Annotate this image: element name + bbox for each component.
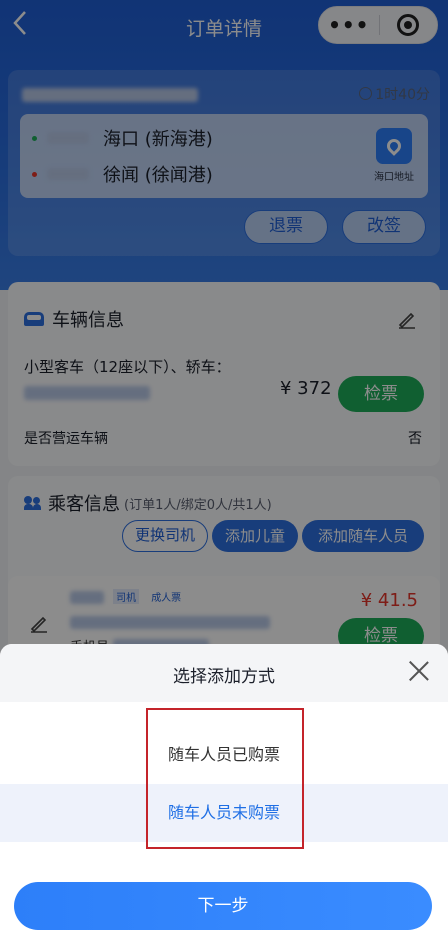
next-step-button[interactable]: 下一步 [14, 882, 432, 930]
close-icon[interactable] [408, 660, 430, 682]
highlight-annotation-box [146, 708, 304, 849]
sheet-title: 选择添加方式 [173, 667, 275, 687]
sheet-header: 选择添加方式 [0, 644, 448, 702]
